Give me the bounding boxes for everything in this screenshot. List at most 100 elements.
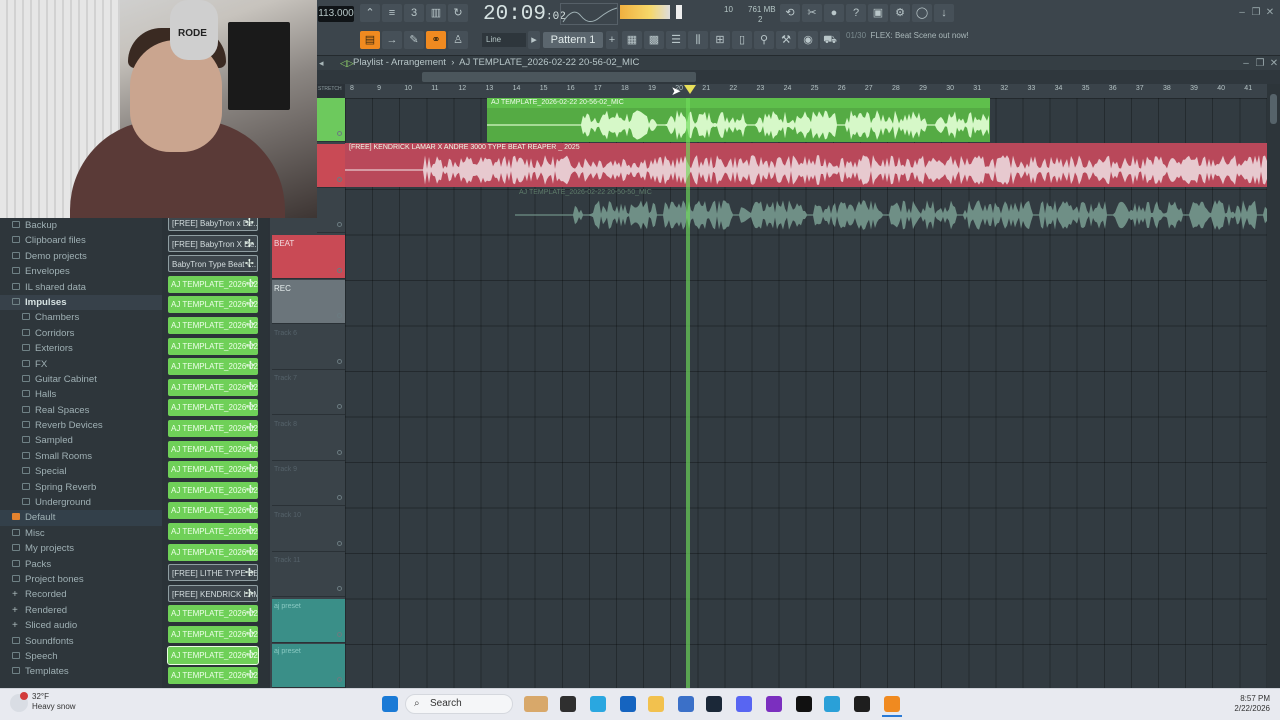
tempo-display[interactable]: 113.000 [318, 6, 354, 22]
task-view-icon[interactable] [560, 696, 576, 712]
obs-icon[interactable] [766, 696, 782, 712]
clip-drag-icon[interactable]: ✢ [245, 236, 254, 251]
picker-clip[interactable]: [FREE] BabyTron X De... ✢ [168, 234, 258, 252]
browser-item[interactable]: Exteriors [0, 341, 162, 356]
picker-clip[interactable]: AJ TEMPLATE_2026-02-2...✢ [168, 543, 258, 561]
wait-input-icon[interactable]: ≡ [382, 4, 402, 22]
clip-drag-icon[interactable]: ✢ [246, 296, 255, 313]
track-active-indicator[interactable] [337, 176, 342, 182]
browser-item[interactable]: Guitar Cabinet [0, 372, 162, 387]
picker-clip[interactable]: AJ TEMPLATE_2026-02-2...✢ [168, 296, 258, 314]
clip-drag-icon[interactable]: ✢ [246, 605, 255, 622]
download-icon[interactable]: ↓ [934, 4, 954, 22]
system-clock[interactable]: 8:57 PM 2/22/2026 [1228, 694, 1270, 714]
picker-clip[interactable]: AJ TEMPLATE_2026-02-2...✢ [168, 523, 258, 540]
playlist-arrow-icon[interactable]: ◁▷ [340, 58, 354, 69]
store-icon[interactable]: ⛟ [820, 31, 840, 49]
picker-clip[interactable]: AJ TEMPLATE_2026-02-2...✢ [168, 461, 258, 479]
fl-studio-icon[interactable] [884, 696, 900, 712]
widget-icon[interactable] [524, 696, 548, 712]
pattern-icon[interactable]: ▦ [622, 31, 642, 49]
browser-item[interactable]: FX [0, 357, 162, 372]
step-edit-icon[interactable]: ▥ [426, 4, 446, 22]
clip-drag-icon[interactable]: ✢ [246, 317, 255, 334]
track-active-indicator[interactable] [337, 267, 342, 273]
clip-drag-icon[interactable]: ✢ [246, 379, 255, 396]
browser-item[interactable]: Packs [0, 557, 162, 572]
clip-drag-icon[interactable]: ✢ [246, 626, 255, 643]
browser-item[interactable]: My projects [0, 541, 162, 556]
picker-clip[interactable]: AJ TEMPLATE_2026-02-2...✢ [168, 440, 258, 458]
playlist-close-icon[interactable]: ✕ [1268, 58, 1280, 70]
davinci-icon[interactable] [854, 696, 870, 712]
start-icon[interactable] [382, 696, 398, 712]
clip-drag-icon[interactable]: ✢ [245, 565, 254, 580]
track-header[interactable]: Track 11 [272, 553, 345, 597]
browser-item[interactable]: Spring Reverb [0, 480, 162, 495]
browser-item[interactable]: Demo projects [0, 249, 162, 264]
playlist-restore-icon[interactable]: ❐ [1254, 58, 1266, 70]
track-active-indicator[interactable] [337, 631, 342, 637]
track-header[interactable]: BEAT [272, 234, 345, 279]
track-active-indicator[interactable] [337, 358, 342, 364]
clip-drag-icon[interactable]: ✢ [246, 399, 255, 416]
track-header[interactable]: Track 7 [272, 371, 345, 415]
browser-item[interactable]: Impulses [0, 294, 162, 311]
picker-clip[interactable]: AJ TEMPLATE_2026-02-2...✢ [168, 378, 258, 396]
track-active-indicator[interactable] [337, 540, 342, 546]
playhead[interactable] [686, 98, 690, 688]
track-header[interactable] [317, 189, 345, 233]
track-active-indicator[interactable] [337, 222, 342, 227]
vertical-scrollbar[interactable] [1267, 84, 1280, 688]
track-active-indicator[interactable] [337, 677, 342, 682]
app-icon[interactable] [678, 696, 694, 712]
browser-item[interactable]: Backup [0, 218, 162, 233]
draw-icon[interactable]: ✎ [404, 31, 424, 49]
pattern-add-icon[interactable]: + [606, 31, 618, 49]
pattern-selector[interactable]: Pattern 1 [543, 32, 603, 48]
metronome-icon[interactable]: ⌃ [360, 4, 380, 22]
playhead-marker[interactable] [684, 85, 696, 94]
picker-clip[interactable]: AJ TEMPLATE_2026-02-2...✢ [168, 481, 258, 499]
browser-item[interactable]: Chambers [0, 310, 162, 325]
clip-drag-icon[interactable]: ✢ [246, 461, 255, 478]
taskbar-search[interactable]: ⌕ Search [405, 694, 513, 714]
piano-roll-icon[interactable]: ☰ [666, 31, 686, 49]
picker-clip[interactable]: AJ TEMPLATE_2026-02-2...✢ [168, 337, 258, 355]
browser-item[interactable]: Clipboard files [0, 233, 162, 248]
clip-drag-icon[interactable]: ✢ [246, 523, 255, 540]
pattern-prev-icon[interactable]: ▸ [528, 31, 540, 49]
browser-item[interactable]: Misc [0, 526, 162, 541]
browser-item[interactable]: Sampled [0, 433, 162, 448]
track-active-indicator[interactable] [337, 449, 342, 455]
picker-clip[interactable]: AJ TEMPLATE_2026-02-2...✢ [168, 502, 258, 520]
plugin-picker-icon[interactable]: ⚲ [754, 31, 774, 49]
track-active-indicator[interactable] [337, 313, 342, 318]
restore-icon[interactable]: ❐ [1250, 7, 1262, 19]
minimize-icon[interactable]: – [1236, 7, 1248, 19]
countdown-icon[interactable]: 3 [404, 4, 424, 22]
clip-drag-icon[interactable]: ✢ [246, 502, 255, 519]
browser-item[interactable]: Special [0, 464, 162, 479]
mic-icon[interactable]: ● [824, 4, 844, 22]
track-header[interactable] [317, 143, 345, 188]
track-header[interactable]: Track 9 [272, 462, 345, 506]
track-active-indicator[interactable] [337, 131, 342, 136]
cut-icon[interactable]: ✂ [802, 4, 822, 22]
undo-icon[interactable]: ⟲ [780, 4, 800, 22]
picker-clip[interactable]: AJ TEMPLATE_2026-02-2...✢ [167, 645, 259, 665]
capcut-icon[interactable] [796, 696, 812, 712]
weather-widget[interactable]: 32°F Heavy snow [32, 692, 76, 712]
snap-select[interactable]: Line [482, 33, 526, 47]
browser-item[interactable]: Real Spaces [0, 403, 162, 418]
clip-drag-icon[interactable]: ✢ [246, 667, 255, 684]
playlist-icon[interactable]: ▤ [360, 31, 380, 49]
audio-clip-mic-1[interactable]: AJ TEMPLATE_2026-02-22 20-56-02_MIC [487, 98, 990, 142]
link-icon[interactable]: ⚭ [426, 31, 446, 49]
picker-clip[interactable]: AJ TEMPLATE_2026-02-2...✢ [168, 605, 258, 623]
browser-item[interactable]: Speech [0, 649, 162, 664]
track-active-indicator[interactable] [337, 495, 342, 500]
playlist-minimize-icon[interactable]: – [1240, 58, 1252, 70]
browser-item[interactable]: Templates [0, 664, 162, 679]
browser-item[interactable]: Default [0, 510, 162, 526]
